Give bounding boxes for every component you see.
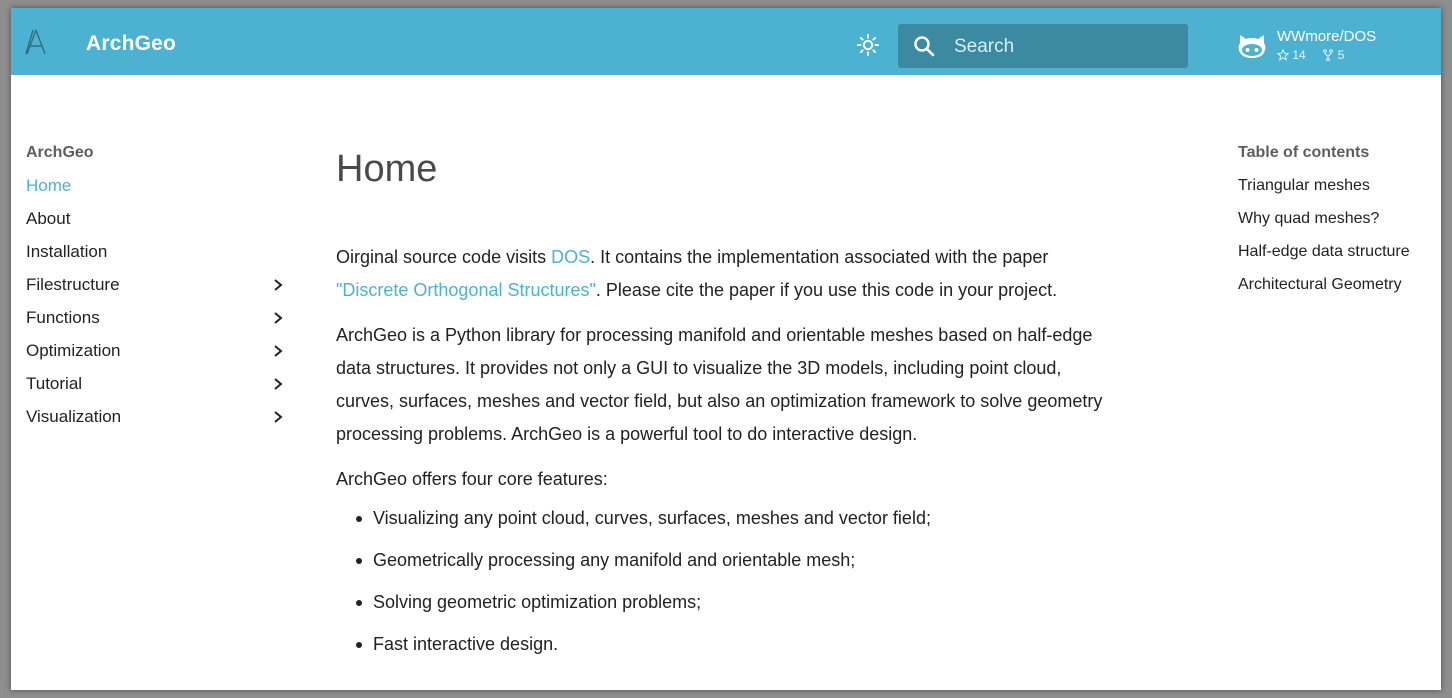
nav-item-label: Functions	[26, 308, 100, 327]
nav-item-home[interactable]: Home	[26, 169, 286, 202]
search-input[interactable]	[952, 24, 1180, 70]
chevron-right-icon[interactable]	[272, 344, 284, 358]
main-content: Home Oirginal source code visits DOS. It…	[336, 136, 1186, 672]
theme-toggle-icon[interactable]	[856, 33, 880, 57]
site-title[interactable]: ArchGeo	[86, 32, 176, 56]
features-list: Visualizing any point cloud, curves, sur…	[336, 504, 1186, 658]
search-box[interactable]	[898, 24, 1188, 70]
star-count: 14	[1292, 48, 1306, 62]
nav-item-optimization[interactable]: Optimization	[26, 334, 286, 367]
nav-item-visualization[interactable]: Visualization	[26, 400, 286, 433]
chevron-right-icon[interactable]	[272, 377, 284, 391]
list-item: Fast interactive design.	[356, 630, 1186, 658]
primary-navigation: ArchGeo Home About Installation Filestru…	[26, 136, 286, 433]
chevron-right-icon[interactable]	[272, 311, 284, 325]
features-intro: ArchGeo offers four core features:	[336, 469, 608, 489]
chevron-right-icon[interactable]	[272, 410, 284, 424]
table-of-contents: Table of contents Triangular meshes Why …	[1238, 136, 1438, 301]
description-line: curves, surfaces, meshes and vector fiel…	[336, 391, 1103, 411]
intro-text: . It contains the implementation associa…	[590, 247, 1049, 267]
list-item: Geometrically processing any manifold an…	[356, 546, 1186, 574]
fork-count: 5	[1337, 48, 1345, 62]
top-header: ArchGeo Search WWmore/DOS 14 5	[11, 8, 1441, 75]
description-line: processing problems. ArchGeo is a powerf…	[336, 424, 918, 444]
nav-item-tutorial[interactable]: Tutorial	[26, 367, 286, 400]
toc-item-half-edge-data-structure[interactable]: Half-edge data structure	[1238, 235, 1438, 268]
nav-item-label: Filestructure	[26, 275, 120, 294]
list-item: Visualizing any point cloud, curves, sur…	[356, 504, 1186, 532]
archgeo-logo-icon[interactable]	[25, 29, 47, 55]
intro-text: . Please cite the paper if you use this …	[595, 280, 1058, 300]
nav-title: ArchGeo	[26, 144, 94, 161]
nav-item-installation[interactable]: Installation	[26, 235, 286, 268]
list-item: Solving geometric optimization problems;	[356, 588, 1186, 616]
toc-item-triangular-meshes[interactable]: Triangular meshes	[1238, 169, 1438, 202]
repo-name: WWmore/DOS	[1277, 28, 1377, 45]
nav-item-label: Optimization	[26, 341, 121, 360]
toc-item-architectural-geometry[interactable]: Architectural Geometry	[1238, 268, 1438, 301]
repo-stats: 14 5	[1276, 48, 1345, 62]
toc-title: Table of contents	[1238, 144, 1370, 161]
nav-item-label: About	[26, 209, 71, 228]
intro-text: Oirginal source code visits	[336, 247, 552, 267]
github-icon	[1238, 35, 1266, 58]
description-line: ArchGeo is a Python library for processi…	[336, 325, 1093, 345]
intro-paragraph: Oirginal source code visits DOS. It cont…	[336, 241, 1186, 307]
page-title: Home	[336, 148, 438, 190]
fork-icon	[1323, 49, 1334, 62]
search-icon[interactable]	[912, 34, 936, 58]
nav-item-label: Installation	[26, 242, 108, 261]
description-line: data structures. It provides not only a …	[336, 358, 1062, 378]
repository-link[interactable]: WWmore/DOS 14 5	[1235, 26, 1435, 66]
dos-link[interactable]: DOS	[551, 247, 590, 267]
nav-item-filestructure[interactable]: Filestructure	[26, 268, 286, 301]
nav-item-functions[interactable]: Functions	[26, 301, 286, 334]
nav-item-label: Tutorial	[26, 374, 83, 393]
browser-page: ArchGeo Search WWmore/DOS 14 5 ArchGeo H…	[11, 8, 1441, 690]
nav-item-label: Visualization	[26, 407, 122, 426]
nav-item-label: Home	[26, 176, 72, 195]
chevron-right-icon[interactable]	[272, 278, 284, 292]
toc-item-why-quad-meshes[interactable]: Why quad meshes?	[1238, 202, 1438, 235]
star-icon	[1276, 48, 1290, 61]
nav-item-about[interactable]: About	[26, 202, 286, 235]
paper-link[interactable]: "Discrete Orthogonal Structures"	[336, 280, 596, 300]
description-paragraph: ArchGeo is a Python library for processi…	[336, 319, 1186, 451]
